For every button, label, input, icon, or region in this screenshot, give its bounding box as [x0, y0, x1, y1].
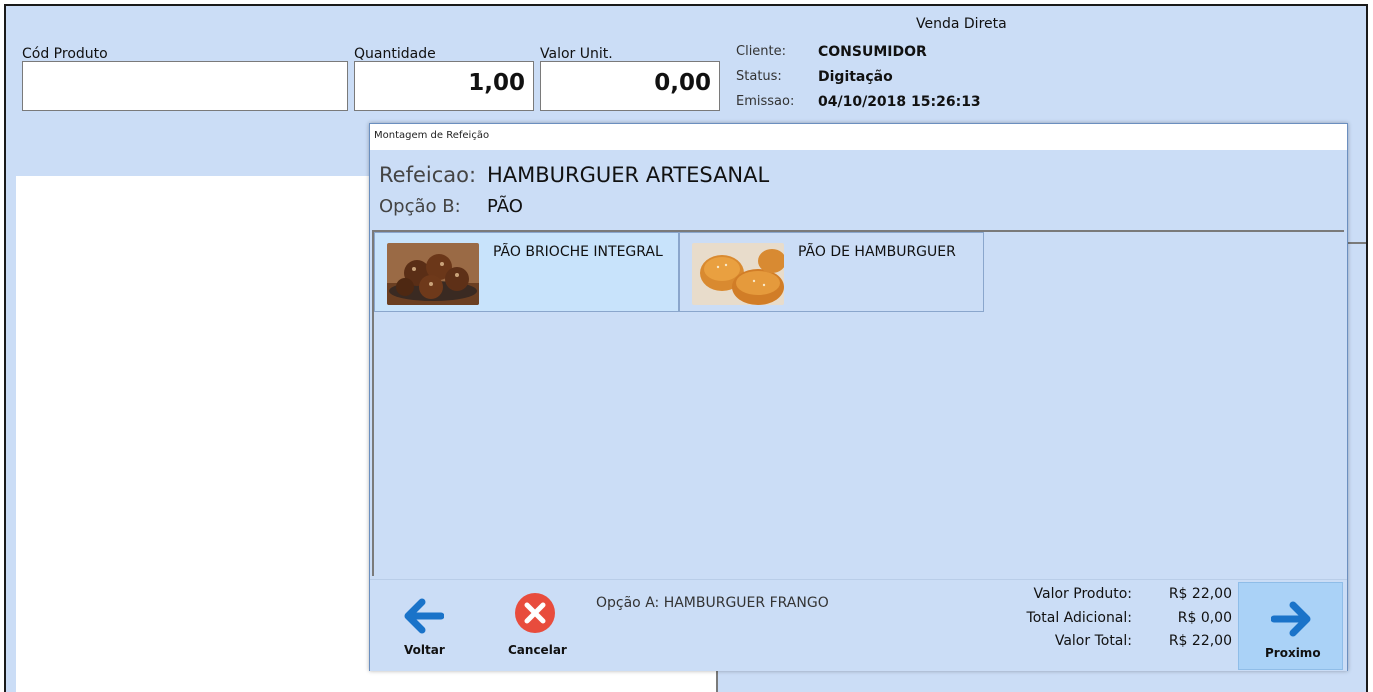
- valor-total-label: Valor Total:: [1054, 633, 1132, 649]
- dialog-footer: Voltar Cancelar Opção A: HAMBURGUER FRAN…: [370, 579, 1347, 671]
- cancelar-label: Cancelar: [508, 643, 567, 657]
- status-value: Digitação: [818, 69, 893, 85]
- valor-produto-label: Valor Produto:: [1033, 586, 1132, 602]
- arrow-right-icon: [1271, 601, 1311, 637]
- opcao-a-summary: Opção A: HAMBURGUER FRANGO: [596, 595, 829, 611]
- valor-unit-input[interactable]: 0,00: [540, 61, 720, 111]
- quantidade-value: 1,00: [468, 70, 525, 96]
- right-divider: [1346, 242, 1366, 244]
- proximo-button[interactable]: Proximo: [1238, 582, 1343, 670]
- opcao-label: Opção B:: [379, 196, 461, 217]
- pao-hamburguer-image: [692, 243, 784, 305]
- cancel-x-icon: [515, 593, 555, 633]
- pao-brioche-image: [387, 243, 479, 305]
- cancelar-button[interactable]: Cancelar: [498, 580, 570, 668]
- status-label: Status:: [736, 69, 782, 84]
- refeicao-label: Refeicao:: [379, 163, 477, 187]
- cliente-value: CONSUMIDOR: [818, 44, 927, 60]
- emissao-label: Emissao:: [736, 94, 795, 109]
- valor-unit-label: Valor Unit.: [540, 46, 613, 62]
- valor-produto-value: R$ 22,00: [1168, 586, 1232, 602]
- option-label: PÃO DE HAMBURGUER: [798, 244, 956, 260]
- meal-assembly-dialog: Montagem de Refeição Refeicao: HAMBURGUE…: [369, 123, 1348, 671]
- opcao-value: PÃO: [487, 196, 523, 217]
- arrow-left-icon: [404, 598, 444, 634]
- options-grid: PÃO BRIOCHE INTEGRAL PÃO DE HAMBURGUER: [374, 232, 1344, 576]
- voltar-button[interactable]: Voltar: [394, 580, 458, 668]
- cod-produto-input[interactable]: [22, 61, 348, 111]
- dialog-title: Montagem de Refeição: [374, 130, 490, 141]
- window-title: Venda Direta: [916, 16, 1007, 32]
- valor-total-value: R$ 22,00: [1168, 633, 1232, 649]
- valor-unit-value: 0,00: [654, 70, 711, 96]
- quantidade-label: Quantidade: [354, 46, 436, 62]
- option-tile-pao-hamburguer[interactable]: PÃO DE HAMBURGUER: [679, 232, 984, 312]
- option-label: PÃO BRIOCHE INTEGRAL: [493, 244, 663, 260]
- dialog-titlebar: Montagem de Refeição: [370, 124, 1347, 150]
- refeicao-value: HAMBURGUER ARTESANAL: [487, 163, 770, 187]
- emissao-value: 04/10/2018 15:26:13: [818, 94, 981, 110]
- cod-produto-label: Cód Produto: [22, 46, 108, 62]
- total-adicional-label: Total Adicional:: [1026, 610, 1132, 626]
- proximo-label: Proximo: [1265, 646, 1321, 660]
- cliente-label: Cliente:: [736, 44, 787, 59]
- option-tile-pao-brioche[interactable]: PÃO BRIOCHE INTEGRAL: [374, 232, 679, 312]
- total-adicional-value: R$ 0,00: [1177, 610, 1232, 626]
- voltar-label: Voltar: [404, 643, 445, 657]
- quantidade-input[interactable]: 1,00: [354, 61, 534, 111]
